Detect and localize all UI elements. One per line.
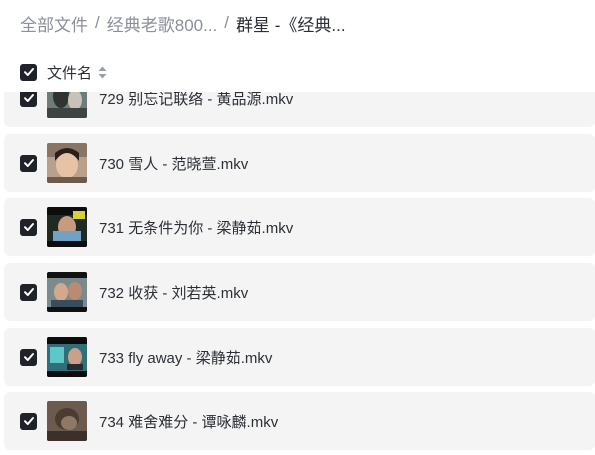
check-icon [23,353,34,361]
file-checkbox[interactable] [20,218,37,236]
video-thumbnail [47,92,87,118]
file-checkbox[interactable] [20,154,37,172]
breadcrumb-item-folder[interactable]: 经典老歌800... [107,11,218,36]
file-name[interactable]: 730 雪人 - 范晓萱.mkv [99,153,248,174]
video-thumbnail [47,143,87,183]
check-icon [23,417,34,425]
video-thumbnail [47,207,87,247]
file-checkbox[interactable] [20,92,37,107]
video-thumbnail [47,401,87,441]
video-thumbnail [47,272,87,312]
breadcrumb-separator: / [224,13,230,32]
file-row[interactable]: 729 别忘记联络 - 黄品源.mkv [4,92,595,127]
check-icon [23,159,34,167]
file-row[interactable]: 734 难舍难分 - 谭咏麟.mkv [4,392,595,450]
select-all-checkbox[interactable] [20,63,37,81]
file-checkbox[interactable] [20,412,37,430]
check-icon [23,68,34,76]
file-list-header: 文件名 [20,61,107,83]
file-name[interactable]: 734 难舍难分 - 谭咏麟.mkv [99,411,278,432]
breadcrumb-item-all-files[interactable]: 全部文件 [20,11,88,36]
breadcrumb: 全部文件 / 经典老歌800... / 群星 -《经典... [20,10,346,36]
check-icon [23,223,34,231]
breadcrumb-separator: / [95,13,100,32]
column-header-filename[interactable]: 文件名 [47,62,92,83]
check-icon [23,94,34,102]
file-row[interactable]: 730 雪人 - 范晓萱.mkv [4,134,595,192]
file-checkbox[interactable] [20,283,37,301]
file-row[interactable]: 732 收获 - 刘若英.mkv [4,263,595,321]
video-thumbnail [47,337,87,377]
file-name[interactable]: 729 别忘记联络 - 黄品源.mkv [99,92,293,109]
file-name[interactable]: 733 fly away - 梁静茹.mkv [99,347,272,368]
file-row[interactable]: 731 无条件为你 - 梁静茹.mkv [4,198,595,256]
check-icon [23,288,34,296]
file-list: 729 别忘记联络 - 黄品源.mkv 730 雪人 - 范晓萱.mkv 731… [0,92,595,455]
file-row[interactable]: 733 fly away - 梁静茹.mkv [4,328,595,386]
file-name[interactable]: 732 收获 - 刘若英.mkv [99,282,248,303]
file-name[interactable]: 731 无条件为你 - 梁静茹.mkv [99,217,293,238]
sort-icon[interactable] [98,66,107,79]
breadcrumb-item-current: 群星 -《经典... [236,15,346,35]
file-checkbox[interactable] [20,348,37,366]
